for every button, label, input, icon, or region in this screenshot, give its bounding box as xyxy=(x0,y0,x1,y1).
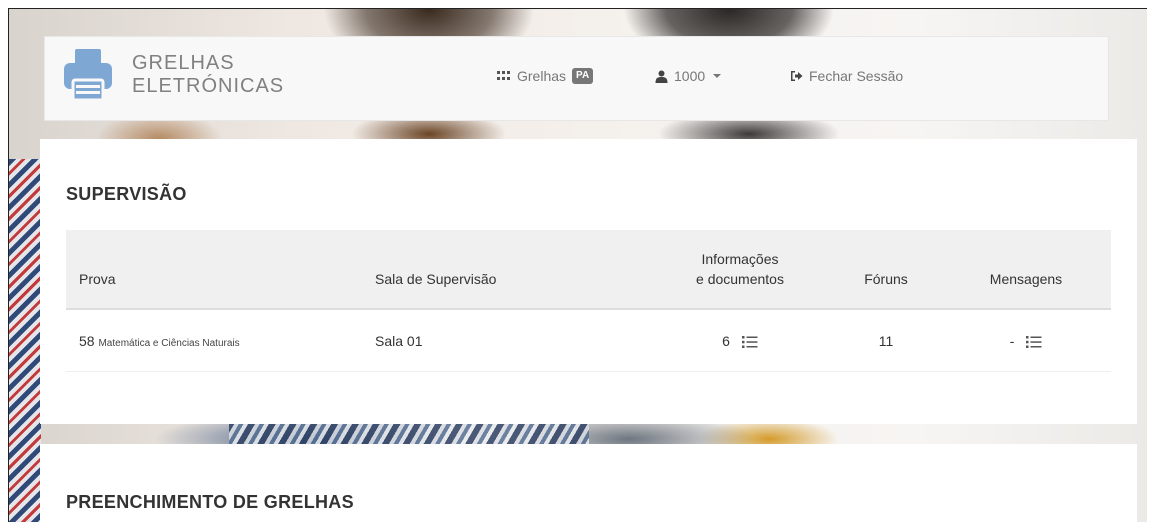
nav-user-label: 1000 xyxy=(674,68,706,84)
fill-grids-panel: PREENCHIMENTO DE GRELHAS xyxy=(40,444,1137,522)
chevron-down-icon xyxy=(713,74,722,78)
cell-info[interactable]: 6 xyxy=(670,333,810,349)
logout-link[interactable]: Fechar Sessão xyxy=(790,68,903,84)
brand-title-line1: GRELHAS xyxy=(132,52,235,74)
grelhas-badge: PA xyxy=(572,68,594,84)
column-header-sala: Sala de Supervisão xyxy=(375,271,497,287)
brand[interactable]: GRELHAS ELETRÓNICAS xyxy=(62,47,284,103)
nav-user-dropdown[interactable]: 1000 xyxy=(655,68,722,84)
column-header-mensagens: Mensagens xyxy=(989,271,1063,287)
nav-grelhas-label: Grelhas xyxy=(517,68,567,84)
top-navbar: GRELHAS ELETRÓNICAS Grelhas PA 1000 Fech… xyxy=(44,36,1109,121)
nav-grelhas[interactable]: Grelhas PA xyxy=(497,68,594,84)
sign-out-icon xyxy=(791,71,803,81)
printer-icon xyxy=(64,49,112,102)
supervision-title: SUPERVISÃO xyxy=(66,184,187,204)
cell-foruns[interactable]: 11 xyxy=(836,333,936,349)
mensagens-value: - xyxy=(1009,333,1015,349)
column-header-foruns: Fóruns xyxy=(864,271,908,287)
brand-title: GRELHAS ELETRÓNICAS xyxy=(132,52,284,98)
list-icon[interactable] xyxy=(741,336,758,349)
supervision-panel: SUPERVISÃO Prova Sala de Supervisão Info… xyxy=(40,139,1137,424)
table-header: Prova Sala de Supervisão Informações e d… xyxy=(66,230,1111,310)
cell-sala: Sala 01 xyxy=(375,333,423,349)
prova-number: 58 xyxy=(79,333,95,349)
background-stripes xyxy=(9,159,41,522)
info-count: 6 xyxy=(722,333,730,349)
fill-grids-title: PREENCHIMENTO DE GRELHAS xyxy=(66,492,354,512)
column-header-prova: Prova xyxy=(79,271,116,287)
cell-mensagens[interactable]: - xyxy=(976,333,1076,349)
app-frame: GRELHAS ELETRÓNICAS Grelhas PA 1000 Fech… xyxy=(8,8,1147,522)
column-header-info-line1: Informações xyxy=(701,251,779,267)
logout-label: Fechar Sessão xyxy=(809,68,904,84)
table-row: 58 Matemática e Ciências Naturais Sala 0… xyxy=(66,310,1111,372)
prova-name: Matemática e Ciências Naturais xyxy=(98,338,240,349)
column-header-info: Informações e documentos xyxy=(670,249,810,289)
list-icon[interactable] xyxy=(1026,336,1042,349)
grid-icon xyxy=(497,71,510,80)
brand-title-line2: ELETRÓNICAS xyxy=(132,75,285,97)
column-header-info-line2: e documentos xyxy=(696,271,784,287)
supervision-table: Prova Sala de Supervisão Informações e d… xyxy=(66,230,1111,372)
user-icon xyxy=(655,70,668,83)
cell-prova: 58 Matemática e Ciências Naturais xyxy=(79,333,240,349)
